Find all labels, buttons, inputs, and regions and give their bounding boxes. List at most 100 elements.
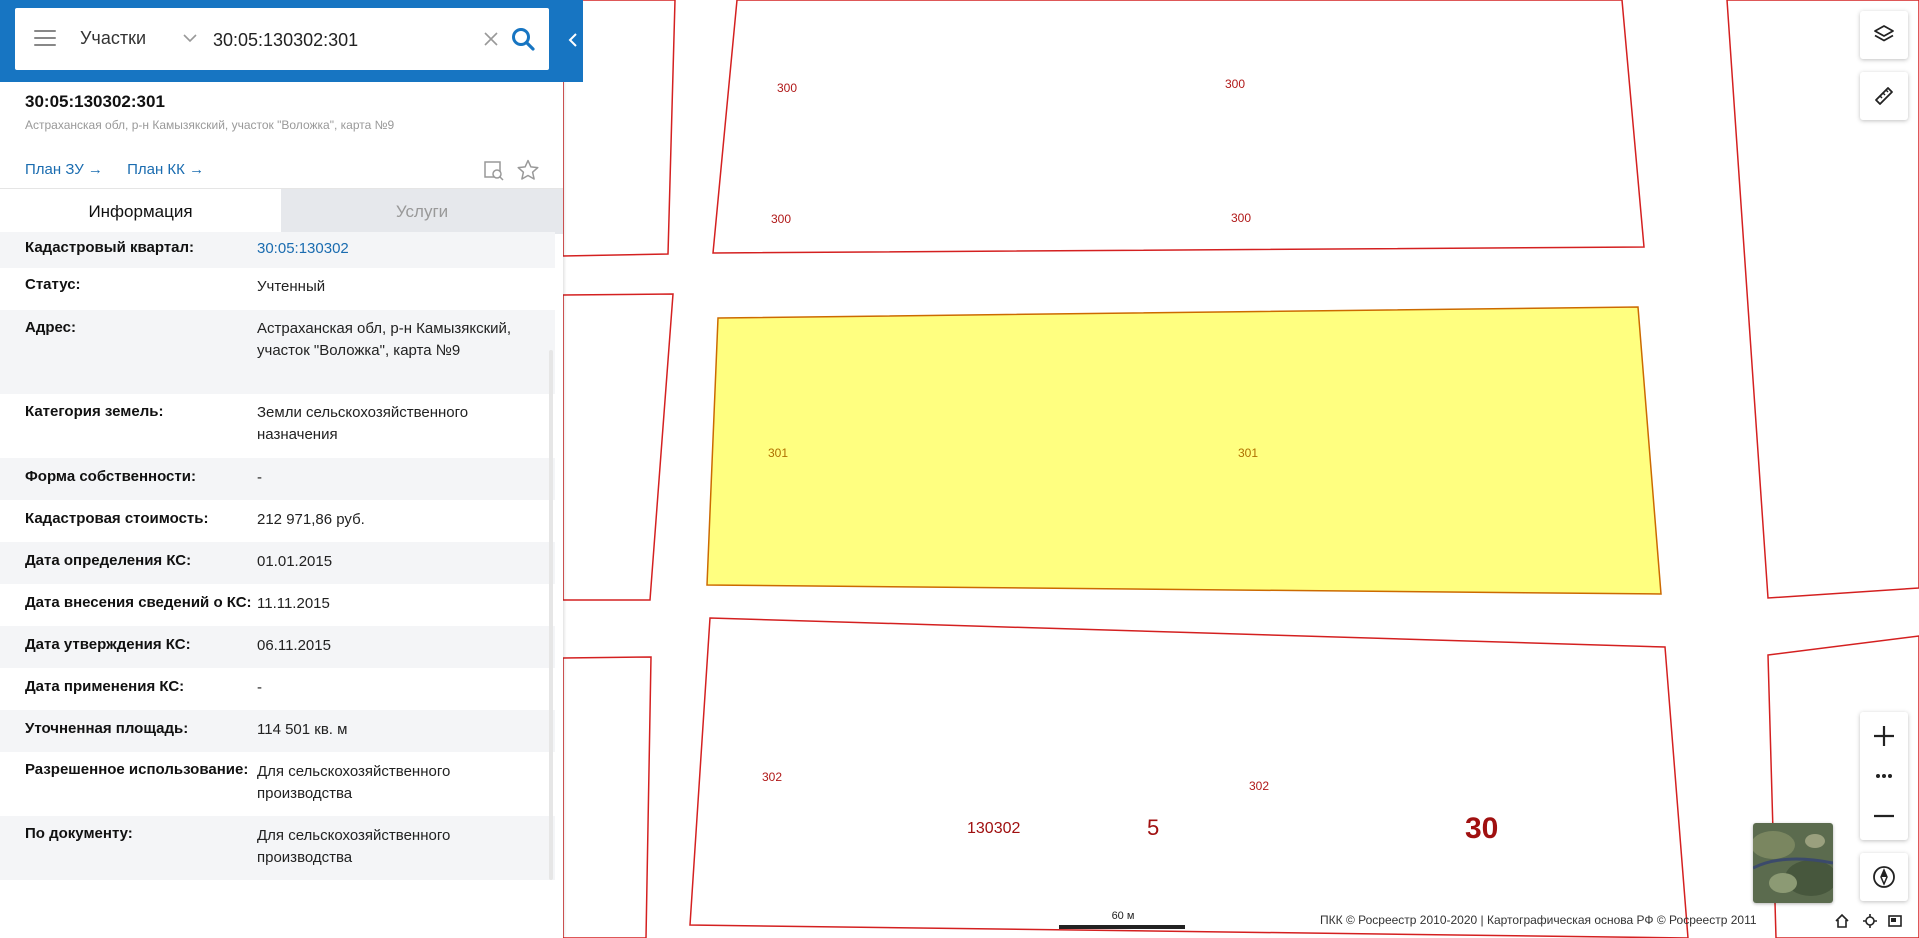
list-item: По документу: Для сельскохозяйственного … (0, 816, 555, 880)
layers-icon (1874, 25, 1894, 42)
search-input[interactable] (211, 24, 465, 56)
attr-key: Уточненная площадь: (25, 720, 189, 737)
quarter-number-label: 130302 (967, 820, 1020, 837)
plan-zu-link[interactable]: План ЗУ → (25, 161, 103, 178)
plan-kk-link[interactable]: План КК → (127, 161, 204, 178)
attr-key: Дата внесения сведений о КС: (25, 594, 252, 611)
zoom-more-button[interactable] (1860, 760, 1908, 792)
parcel-label: 302 (1249, 779, 1269, 793)
parcel-label: 300 (1231, 211, 1251, 225)
attr-value: - (257, 679, 262, 696)
search-bar: Участки (0, 0, 583, 82)
zoom-out-button[interactable] (1860, 792, 1908, 840)
attr-key: По документу: (25, 825, 133, 842)
scale-bar: 60 м (1058, 910, 1188, 932)
attr-value: - (257, 469, 262, 486)
parcel-label: 301 (768, 446, 788, 460)
parcel-left-mid-outline (562, 293, 674, 601)
parcel-label: 300 (1225, 77, 1245, 91)
attr-value: 01.01.2015 (257, 553, 333, 570)
attr-value: Учтенный (257, 278, 326, 295)
clear-icon[interactable] (481, 29, 501, 49)
satellite-minimap[interactable] (1753, 823, 1833, 903)
list-item: Статус: Учтенный (0, 268, 555, 310)
attr-value: Земли сельскохозяйственного назначения (257, 404, 469, 443)
list-item: Дата применения КС: - (0, 668, 555, 710)
tabs: Информация Услуги (0, 188, 563, 234)
list-item: Кадастровая стоимость: 212 971,86 руб. (0, 500, 555, 542)
list-item: Категория земель: Земли сельскохозяйстве… (0, 394, 555, 458)
list-item: Кадастровый квартал: 30:05:130302 (0, 232, 555, 268)
measure-button[interactable] (1860, 72, 1908, 120)
attr-key: Дата применения КС: (25, 678, 185, 695)
minus-icon (1874, 814, 1894, 818)
tab-services[interactable]: Услуги (281, 189, 563, 234)
scale-line (1059, 925, 1185, 929)
list-item: Дата определения КС: 01.01.2015 (0, 542, 555, 584)
attr-value: 212 971,86 руб. (257, 511, 365, 528)
plan-links: План ЗУ → План КК → (25, 161, 224, 178)
attr-key: Категория земель: (25, 403, 164, 420)
list-item: Дата внесения сведений о КС: 11.11.2015 (0, 584, 555, 626)
list-item: Форма собственности: - (0, 458, 555, 500)
menu-icon[interactable] (34, 30, 56, 48)
parcel-301-selected (706, 306, 1662, 595)
compass-icon (1873, 866, 1895, 888)
parcel-302-outline (689, 617, 1689, 938)
attr-key: Статус: (25, 276, 81, 293)
attr-key: Адрес: (25, 319, 76, 336)
list-item: Разрешенное использование: Для сельскохо… (0, 752, 555, 816)
find-on-map-icon[interactable] (482, 158, 506, 182)
layers-button[interactable] (1860, 11, 1908, 59)
ruler-icon (1875, 87, 1893, 105)
zoom-control (1860, 712, 1908, 840)
attr-value: Для сельскохозяйственного производства (257, 763, 451, 802)
attr-value: 06.11.2015 (257, 637, 331, 654)
attr-key: Кадастровая стоимость: (25, 510, 209, 527)
search-icon[interactable] (510, 26, 536, 52)
attr-key: Кадастровый квартал: (25, 239, 195, 256)
parcel-label: 300 (771, 212, 791, 226)
search-box: Участки (15, 8, 549, 70)
attr-key: Дата утверждения КС: (25, 636, 191, 653)
zoom-in-button[interactable] (1860, 712, 1908, 760)
satellite-thumbnail (1753, 823, 1833, 903)
attr-value: Астраханская обл, р-н Камызякский, участ… (257, 320, 512, 359)
attr-key: Разрешенное использование: (25, 761, 249, 778)
tab-info[interactable]: Информация (0, 189, 281, 234)
list-item: Уточненная площадь: 114 501 кв. м (0, 710, 555, 752)
panel-scrollbar[interactable] (549, 350, 553, 880)
chevron-down-icon[interactable] (181, 29, 199, 47)
region-number-label: 30 (1465, 812, 1498, 845)
attribution-text: ПКК © Росреестр 2010-2020 | Картографиче… (1320, 913, 1757, 927)
parcel-label: 302 (762, 770, 782, 784)
scale-label: 60 м (1111, 910, 1135, 922)
attr-value: Для сельскохозяйственного производства (257, 827, 451, 866)
attr-value: 11.11.2015 (257, 595, 330, 612)
parcel-label: 300 (777, 81, 797, 95)
collapse-panel-icon[interactable] (563, 20, 583, 60)
parcel-300-outline (712, 0, 1645, 254)
attr-key: Форма собственности: (25, 468, 196, 485)
search-type-select[interactable]: Участки (80, 28, 146, 49)
parcel-header: 30:05:130302:301 Астраханская обл, р-н К… (25, 92, 545, 132)
quarter-link[interactable]: 30:05:130302 (257, 232, 527, 268)
parcel-left-bottom-outline (562, 656, 652, 938)
list-item: Дата утверждения КС: 06.11.2015 (0, 626, 555, 668)
cadastral-number: 30:05:130302:301 (25, 92, 165, 111)
district-number-label: 5 (1147, 815, 1159, 840)
attr-key: Дата определения КС: (25, 552, 192, 569)
locate-icon[interactable] (1862, 913, 1878, 929)
info-panel: Участки 30:05:130302:301 Астраханская об… (0, 0, 583, 938)
more-icon (1876, 774, 1892, 778)
plus-icon (1874, 726, 1894, 746)
parcel-address: Астраханская обл, р-н Камызякский, участ… (25, 118, 395, 132)
home-icon[interactable] (1834, 913, 1850, 929)
compass-button[interactable] (1860, 853, 1908, 901)
attr-value: 114 501 кв. м (257, 721, 348, 738)
fullscreen-icon[interactable] (1887, 913, 1903, 929)
list-item: Адрес: Астраханская обл, р-н Камызякский… (0, 310, 555, 394)
parcel-label: 301 (1238, 446, 1258, 460)
star-icon[interactable] (516, 158, 540, 182)
attribute-list: Кадастровый квартал: 30:05:130302 Статус… (0, 232, 555, 880)
